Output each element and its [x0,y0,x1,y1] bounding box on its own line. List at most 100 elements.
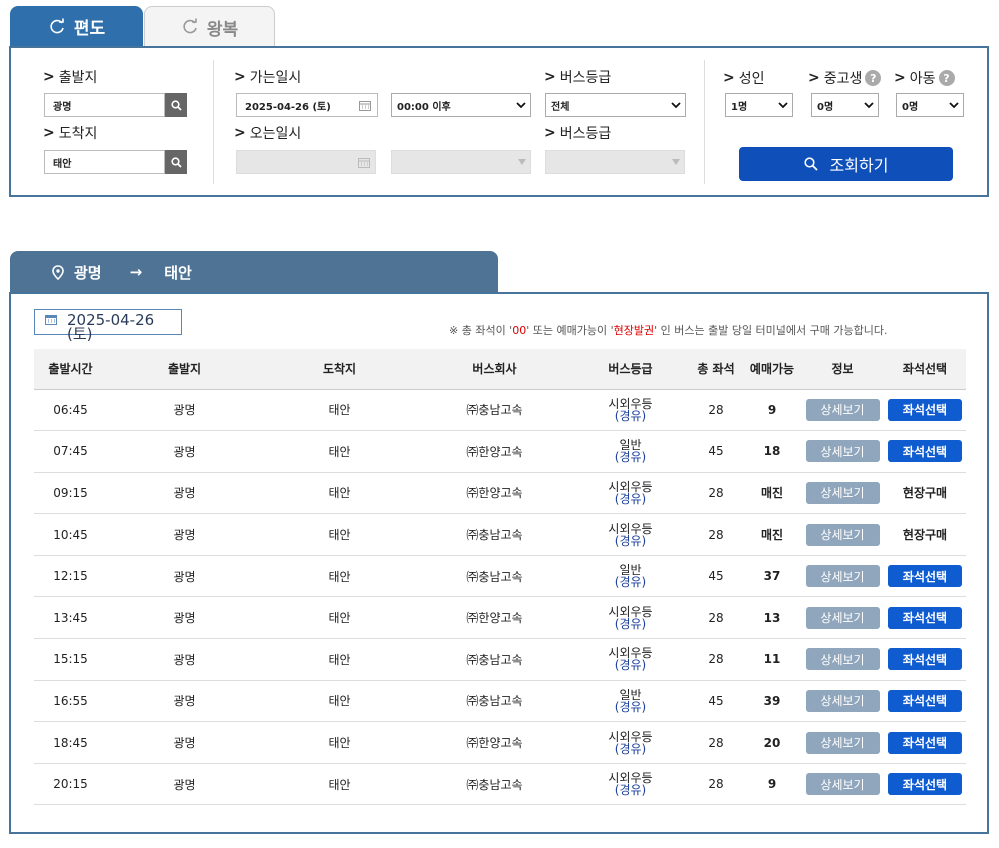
departure-terminal: 광명 [107,430,262,473]
arrival-field[interactable]: 태안 [44,150,165,174]
info-cell: 상세보기 [801,472,884,515]
view-detail-button[interactable]: 상세보기 [805,565,880,588]
seat-action-cell: 현장구매 [884,472,966,515]
column-header: 버스회사 [417,349,572,389]
bus-company: ㈜충남고속 [417,680,572,723]
column-header: 출발지 [107,349,262,389]
bus-grade-label: > 버스등급 [544,69,612,86]
bus-grade-route: (경유) [614,658,647,673]
select-seat-button[interactable]: 좌석선택 [888,773,962,796]
view-detail-button[interactable]: 상세보기 [805,648,880,671]
seat-action-cell: 좌석선택 [884,555,966,598]
column-header: 정보 [801,349,884,389]
notice-text: ※ 총 좌석이 '00' 또는 예매가능이 '현장발권' 인 버스는 출발 당일… [449,324,888,337]
view-detail-button[interactable]: 상세보기 [805,398,880,421]
column-header: 좌석선택 [884,349,966,389]
tab-oneway[interactable]: 편도 [10,6,143,47]
return-bus-grade-select[interactable] [545,150,685,174]
bus-grade-cell: 시외우등 (경유) [572,638,689,681]
search-icon [170,99,182,111]
help-icon[interactable]: ? [865,70,882,86]
arrival-terminal: 태안 [262,721,417,764]
bus-company: ㈜한양고속 [417,596,572,640]
return-date-label: > 오는일시 [234,125,302,142]
bus-grade-cell: 시외우등 (경유) [572,763,689,806]
divider [704,60,705,184]
refresh-icon [183,18,197,34]
tab-oneway-label: 편도 [73,19,106,39]
select-seat-button[interactable]: 좌석선택 [888,606,962,629]
arrival-label: > 도착지 [43,125,98,142]
student-select[interactable]: 0명 [811,93,879,117]
info-cell: 상세보기 [801,763,884,806]
tab-roundtrip[interactable]: 왕복 [144,6,275,47]
seat-action-cell: 좌석선택 [884,638,966,681]
route-from: 광명 [74,263,102,282]
chevron-down-icon [778,101,788,108]
go-date-field[interactable]: 2025-04-26 (토) [236,93,378,117]
total-seats: 28 [689,763,743,806]
go-time-select[interactable]: 00:00 이후 [391,93,531,117]
seat-action-cell: 좌석선택 [884,430,966,473]
view-detail-button[interactable]: 상세보기 [805,606,880,629]
available-seats: 매진 [743,472,801,515]
departure-search-button[interactable] [165,93,187,117]
total-seats: 28 [689,721,743,764]
arrival-search-button[interactable] [165,150,187,174]
view-detail-button[interactable]: 상세보기 [805,731,880,754]
bus-grade-select[interactable]: 전체 [545,93,686,117]
view-detail-button[interactable]: 상세보기 [805,689,880,712]
view-detail-button[interactable]: 상세보기 [805,523,880,546]
info-cell: 상세보기 [801,555,884,598]
available-seats: 20 [743,721,801,764]
bus-grade-cell: 시외우등 (경유) [572,596,689,640]
bus-grade: 시외우등 [608,604,653,619]
departure-time: 07:45 [34,430,107,473]
route-to: 태안 [164,263,192,282]
bus-grade-route: (경유) [614,741,647,756]
return-time-select[interactable] [391,150,531,174]
bus-company: ㈜충남고속 [417,763,572,806]
select-seat-button[interactable]: 좌석선택 [888,565,962,588]
departure-field[interactable]: 광명 [44,93,165,117]
table-row: 13:45 광명 태안 ㈜한양고속 시외우등 (경유) 28 13 상세보기 좌석… [34,596,966,640]
selected-date[interactable]: 2025-04-26 (토) [34,309,182,342]
departure-time: 12:15 [34,555,107,598]
select-seat-button[interactable]: 좌석선택 [888,440,962,463]
adult-label: > 성인 [723,70,765,87]
bus-schedule-table: 출발시간 출발지 도착지 버스회사 버스등급 총 좌석 예매가능 정보 좌석선택 06:45 광… [34,349,966,806]
departure-time: 16:55 [34,680,107,723]
departure-terminal: 광명 [107,680,262,723]
route-header: 광명 → 태안 [10,251,498,293]
search-button[interactable]: 조회하기 [739,147,953,181]
help-icon[interactable]: ? [938,70,955,86]
available-seats: 18 [743,430,801,473]
table-header-row: 출발시간 출발지 도착지 버스회사 버스등급 총 좌석 예매가능 정보 좌석선택 [34,349,966,389]
select-seat-button[interactable]: 좌석선택 [888,648,962,671]
seat-action-cell: 좌석선택 [884,680,966,723]
seat-action-cell: 좌석선택 [884,763,966,806]
adult-select[interactable]: 1명 [725,93,793,117]
bus-grade-route: (경유) [614,408,647,423]
child-select[interactable]: 0명 [896,93,964,117]
divider [213,60,214,184]
select-seat-button[interactable]: 좌석선택 [888,689,962,712]
select-seat-button[interactable]: 좌석선택 [888,731,962,754]
available-seats: 매진 [743,513,801,556]
view-detail-button[interactable]: 상세보기 [805,773,880,796]
view-detail-button[interactable]: 상세보기 [805,481,880,504]
bus-company: ㈜충남고속 [417,638,572,681]
select-seat-button[interactable]: 좌석선택 [888,398,962,421]
table-row: 07:45 광명 태안 ㈜한양고속 일반 (경유) 45 18 상세보기 좌석선택 [34,430,966,473]
bus-company: ㈜충남고속 [417,388,572,432]
calendar-icon [359,100,371,111]
departure-time: 15:15 [34,638,107,681]
selected-date-text: 2025-04-26 (토) [67,311,155,343]
total-seats: 28 [689,472,743,515]
view-detail-button[interactable]: 상세보기 [805,440,880,463]
return-date-field[interactable] [236,150,376,174]
arrival-terminal: 태안 [262,472,417,515]
bus-company: ㈜충남고속 [417,555,572,598]
bus-grade-route: (경유) [614,533,647,548]
total-seats: 28 [689,388,743,432]
